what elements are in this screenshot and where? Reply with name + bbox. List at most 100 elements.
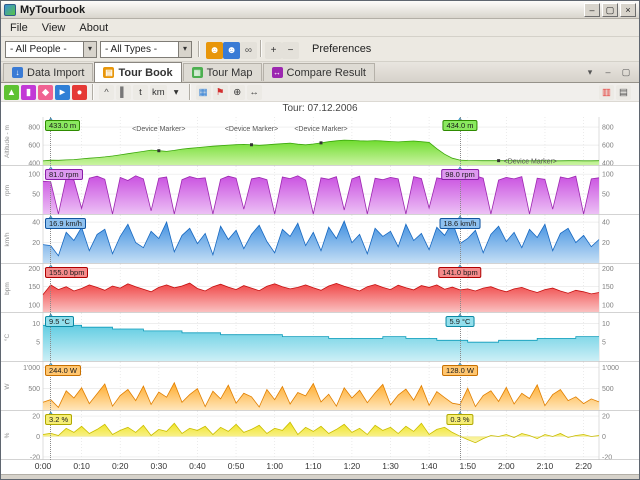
axis-unit-label: rpm <box>4 185 11 196</box>
preferences-button[interactable]: Preferences <box>304 40 379 58</box>
y-tick-label: 800 <box>602 125 614 132</box>
x-axis-time-icon[interactable]: t <box>133 84 148 100</box>
tab-label: Tour Book <box>118 66 173 79</box>
titlebar[interactable]: MyTourbook – ▢ × <box>1 1 639 19</box>
line-chart-icon[interactable]: ^ <box>99 84 114 100</box>
toolbar-separator <box>92 84 94 100</box>
tab-data-import[interactable]: ↓ Data Import <box>3 63 94 81</box>
y-tick-label: 1'000 <box>23 365 40 372</box>
people-filter-combo[interactable]: - All People - ▾ <box>5 40 97 58</box>
y-tick-label: 20 <box>602 414 610 421</box>
people-filter-value: - All People - <box>10 43 67 55</box>
toolbar-separator <box>188 84 191 100</box>
menu-view[interactable]: View <box>35 21 73 35</box>
chevron-down-icon[interactable]: ▾ <box>169 85 184 100</box>
graph-pace-icon[interactable]: ◆ <box>38 84 53 100</box>
menu-about[interactable]: About <box>72 21 115 35</box>
left-slider-value-pulse: 155.0 bpm <box>45 267 89 278</box>
axis-unit-label: Altitude - m <box>4 125 11 158</box>
x-axis-label: 0:00 <box>34 461 52 471</box>
fit-graph-icon[interactable]: ↔ <box>246 84 262 100</box>
menu-file[interactable]: File <box>3 21 35 35</box>
axis-unit-label: bpm <box>4 282 11 295</box>
bar-chart-icon[interactable]: ▌ <box>116 84 131 100</box>
right-slider-value-altitude: 434.0 m <box>442 120 478 131</box>
device-marker-icon[interactable] <box>250 143 253 147</box>
x-axis-label: 0:10 <box>73 461 90 471</box>
chart-pane-speed[interactable]: 20 20 40 40 km/h 16.9 km/h 18.6 km/h <box>1 215 639 264</box>
y-tick-label: 40 <box>32 220 40 227</box>
maximize-view-icon[interactable]: ▢ <box>619 65 633 79</box>
maximize-button[interactable]: ▢ <box>602 2 618 17</box>
minimize-view-icon[interactable]: – <box>601 65 615 79</box>
tour-type-filter-combo[interactable]: - All Types - ▾ <box>100 40 192 58</box>
left-slider-value-power: 244.0 W <box>45 365 81 376</box>
x-axis-label: 0:30 <box>150 461 168 471</box>
right-slider-value-power: 128.0 W <box>442 365 478 376</box>
toolbar-separator <box>260 39 262 57</box>
y-tick-label: 100 <box>28 172 40 179</box>
left-slider-value-temperature: 9.5 °C <box>45 316 74 327</box>
link-tour-icon[interactable]: ∞ <box>240 41 257 59</box>
tour-segments-icon[interactable]: ▦ <box>195 84 211 100</box>
y-tick-label: 600 <box>28 143 40 150</box>
graph-speed-icon[interactable]: ► <box>55 84 70 100</box>
chart-pane-temperature[interactable]: 5 5 10 10 °C 9.5 °C 5.9 °C <box>1 313 639 362</box>
device-marker-icon[interactable] <box>497 159 501 163</box>
x-axis-label: 2:10 <box>536 461 554 471</box>
x-axis-label: 2:00 <box>498 461 515 471</box>
graph-altitude-icon[interactable]: ▲ <box>4 84 19 100</box>
device-marker-label: <Device Marker> <box>504 159 557 166</box>
chart-options-icon[interactable]: ▤ <box>616 84 631 100</box>
collapse-all-icon[interactable]: − <box>282 41 299 59</box>
y-tick-label: 10 <box>602 321 610 328</box>
chevron-down-icon[interactable]: ▾ <box>178 41 191 57</box>
tab-compare-result[interactable]: ↔ Compare Result <box>262 63 375 81</box>
y-tick-label: 100 <box>602 302 614 309</box>
expand-all-icon[interactable]: + <box>265 41 282 59</box>
chart-pane-gradient[interactable]: 20 20 0 0 -20 -20% 3.2 % 0.3 % <box>1 411 639 460</box>
toolbar-separator <box>198 41 200 57</box>
tour-marker-icon[interactable]: ⚑ <box>212 84 228 100</box>
menubar: File View About <box>1 19 639 37</box>
right-slider-value-gradient: 0.3 % <box>446 414 474 425</box>
chart-pane-pulse[interactable]: 100 100 150 150 200 200 bpm 155.0 bpm 141.0 bpm <box>1 264 639 313</box>
tab-label: Data Import <box>27 66 85 79</box>
chevron-down-icon[interactable]: ▾ <box>83 41 96 57</box>
zoom-in-icon[interactable]: ⊕ <box>229 84 245 100</box>
device-marker-icon[interactable] <box>319 141 323 145</box>
right-slider-value-cadence: 98.0 rpm <box>441 169 479 180</box>
graph-pulse-icon[interactable]: ● <box>72 84 87 100</box>
tour-chart[interactable]: Tour: 07.12.2006 40 0 40 0 600 600 800 800 Altit… <box>1 102 639 474</box>
close-button[interactable]: × <box>620 2 636 17</box>
x-axis-label: 1:30 <box>382 461 399 471</box>
tab-tour-book[interactable]: ▤ Tour Book <box>94 62 182 82</box>
window-title: MyTourbook <box>20 3 86 16</box>
y-tick-label: 600 <box>602 143 614 150</box>
filter-people-icon[interactable]: ☻ <box>223 41 240 59</box>
filter-person-icon[interactable]: ☻ <box>206 41 223 59</box>
y-tick-label: 1'000 <box>602 365 619 372</box>
chart-pane-power[interactable]: 500 500 1'000 1'000 W 244.0 W 128.0 W <box>1 362 639 411</box>
minimize-button[interactable]: – <box>584 2 600 17</box>
tab-tour-map[interactable]: ▦ Tour Map <box>182 63 262 81</box>
left-slider-value-speed: 16.9 km/h <box>45 218 86 229</box>
chart-pane-altitude[interactable]: 400 400 600 600 800 800 Altitude - m <Device Ma… <box>1 117 639 166</box>
tab-label: Tour Map <box>206 66 253 79</box>
view-menu-icon[interactable]: ▾ <box>583 65 597 79</box>
x-axis-distance-icon[interactable]: km <box>150 84 167 100</box>
y-tick-label: 10 <box>32 321 40 328</box>
chart-pane-cadence[interactable]: 50 50 100 100 rpm 81.0 rpm 98.0 rpm <box>1 166 639 215</box>
y-tick-label: 0 <box>36 434 40 441</box>
left-slider-value-cadence: 81.0 rpm <box>45 169 83 180</box>
tour-book-icon: ▤ <box>103 67 115 78</box>
hr-zones-icon[interactable]: ▥ <box>599 84 614 100</box>
y-tick-label: 150 <box>28 284 40 291</box>
y-tick-label: 100 <box>602 172 614 179</box>
view-tabbar: ↓ Data Import ▤ Tour Book ▦ Tour Map ↔ Compare … <box>1 62 639 83</box>
device-marker-icon[interactable] <box>157 149 161 153</box>
tab-label: Compare Result <box>286 66 366 79</box>
graph-cadence-icon[interactable]: ▮ <box>21 84 36 100</box>
chart-panes: 40 0 40 0 600 600 800 800 Altitude - m <Device Ma… <box>1 117 639 460</box>
tour-type-filter-value: - All Types - <box>105 43 158 55</box>
